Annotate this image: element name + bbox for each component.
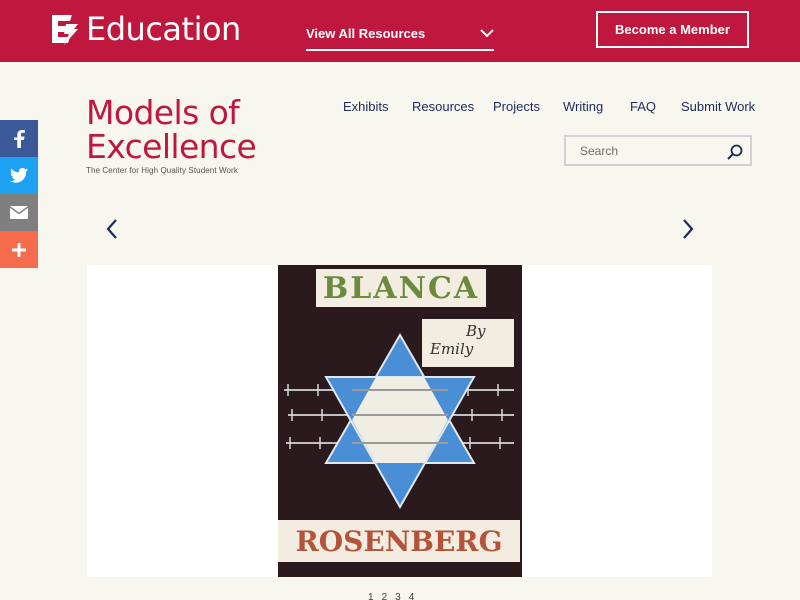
nav-item-writing[interactable]: Writing bbox=[563, 99, 603, 115]
el-education-logo[interactable]: Education bbox=[50, 12, 241, 46]
mail-icon bbox=[10, 206, 28, 219]
slide-pagination: 1 2 3 4 bbox=[368, 593, 414, 600]
nav-item-faq[interactable]: FAQ bbox=[630, 99, 656, 115]
pagination-item[interactable]: 4 bbox=[409, 593, 415, 600]
previous-slide-arrow[interactable] bbox=[103, 218, 123, 240]
student-artwork-image[interactable]: BLANCA By Emily ROSENBERG bbox=[278, 265, 522, 577]
plus-icon bbox=[12, 242, 26, 257]
chevron-down-icon bbox=[480, 29, 494, 38]
el-logo-icon bbox=[50, 12, 80, 46]
artwork-bottom-text: ROSENBERG bbox=[278, 520, 520, 562]
nav-item-projects[interactable]: Projects bbox=[493, 99, 540, 115]
artwork-author-name: Emily bbox=[430, 340, 474, 358]
models-of-excellence-logo[interactable]: Models of Excellence The Center for High… bbox=[86, 93, 257, 176]
view-all-resources-dropdown[interactable]: View All Resources bbox=[306, 20, 494, 51]
twitter-share-button[interactable] bbox=[0, 157, 38, 194]
next-slide-arrow[interactable] bbox=[678, 218, 698, 240]
email-share-button[interactable] bbox=[0, 194, 38, 231]
site-title-line1: Models of bbox=[86, 93, 240, 132]
artwork-author-label: By Emily bbox=[422, 319, 514, 367]
search-box bbox=[564, 135, 752, 166]
twitter-icon bbox=[10, 168, 28, 183]
artwork-top-text: BLANCA bbox=[316, 269, 486, 307]
nav-item-resources[interactable]: Resources bbox=[412, 99, 474, 115]
social-share-bar bbox=[0, 120, 38, 268]
facebook-share-button[interactable] bbox=[0, 120, 38, 157]
pagination-item[interactable]: 1 bbox=[368, 593, 374, 600]
pagination-item[interactable]: 3 bbox=[395, 593, 401, 600]
site-tagline: The Center for High Quality Student Work bbox=[86, 166, 238, 175]
nav-item-submit-work[interactable]: Submit Work bbox=[681, 99, 755, 115]
become-member-button[interactable]: Become a Member bbox=[596, 11, 749, 48]
pagination-item[interactable]: 2 bbox=[382, 593, 388, 600]
slide-frame: BLANCA By Emily ROSENBERG bbox=[87, 265, 712, 577]
brand-text: Education bbox=[86, 10, 241, 48]
artwork-by-text: By bbox=[466, 322, 486, 340]
search-icon[interactable] bbox=[726, 143, 744, 161]
site-title-line2: Excellence bbox=[86, 127, 257, 166]
more-share-button[interactable] bbox=[0, 231, 38, 268]
search-input[interactable] bbox=[580, 137, 730, 164]
view-all-resources-label: View All Resources bbox=[306, 26, 426, 41]
facebook-icon bbox=[14, 129, 25, 148]
nav-item-exhibits[interactable]: Exhibits bbox=[343, 99, 389, 115]
top-bar: Education View All Resources Become a Me… bbox=[0, 0, 800, 62]
